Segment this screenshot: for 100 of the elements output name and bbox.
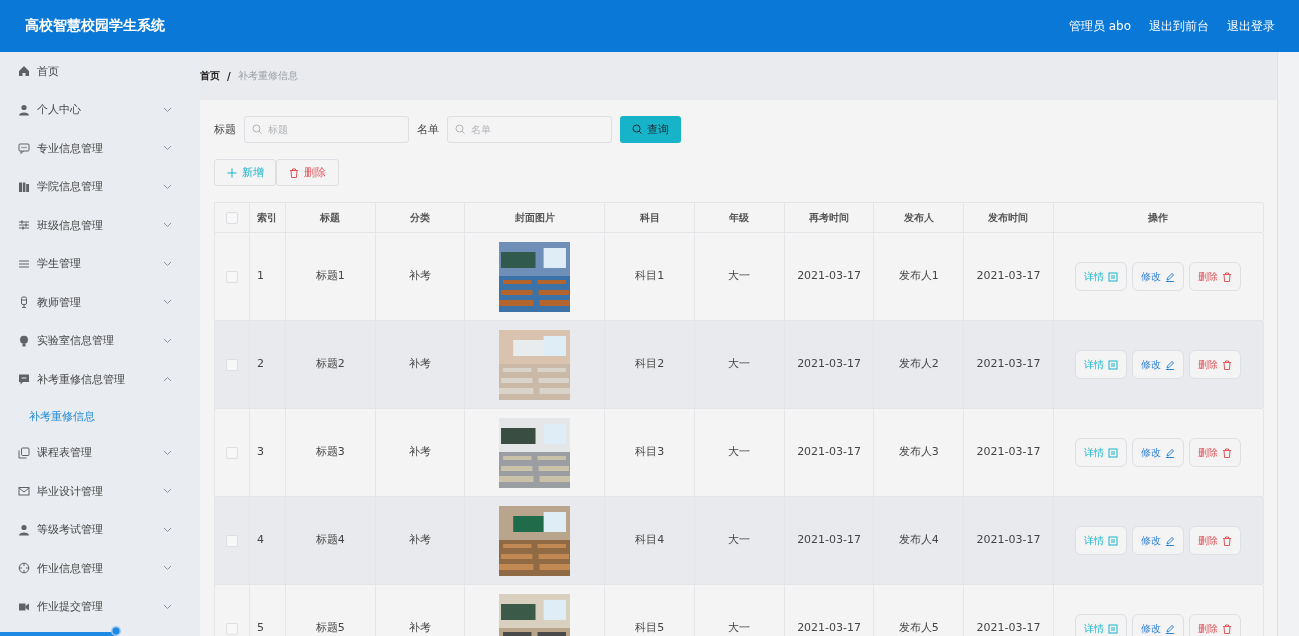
breadcrumb-item[interactable]: 首页	[200, 69, 220, 83]
checkbox[interactable]	[226, 446, 238, 459]
table-cell: 大一	[728, 358, 751, 371]
search-field[interactable]: 标题	[244, 115, 409, 143]
trash-icon	[1222, 535, 1233, 546]
checkbox[interactable]	[226, 622, 238, 635]
checkbox[interactable]	[226, 534, 238, 547]
column-header: 科目	[639, 210, 660, 225]
menu-item[interactable]: 专业信息管理	[0, 129, 200, 168]
edit-button[interactable]: 修改	[1132, 350, 1185, 379]
edit-button[interactable]: 修改	[1132, 262, 1185, 291]
table-cell: 标题2	[315, 358, 345, 371]
pencil-icon	[1165, 623, 1176, 634]
delete-button[interactable]: 删除	[1189, 526, 1242, 555]
detail-button[interactable]: 详情	[1075, 526, 1128, 555]
edit-button[interactable]: 修改	[1132, 614, 1185, 636]
trash-icon	[289, 167, 299, 178]
table-cell: 5	[257, 622, 264, 635]
detail-button[interactable]: 详情	[1075, 262, 1128, 291]
detail-button[interactable]: 详情	[1075, 614, 1128, 636]
table-cell: 补考	[409, 446, 432, 459]
edit-button[interactable]: 修改	[1132, 438, 1185, 467]
table-cell: 发布人5	[898, 622, 939, 635]
table-cell: 2021-03-17	[976, 358, 1041, 371]
column-header: 分类	[410, 210, 431, 225]
trash-icon	[1222, 359, 1233, 370]
document-icon	[1108, 359, 1119, 370]
app-title: 高校智慧校园学生系统	[25, 17, 165, 35]
delete-button[interactable]: 删除	[1189, 350, 1242, 379]
breadcrumb-item: 补考重修信息	[237, 69, 298, 83]
menu-item[interactable]: 等级考试管理	[0, 510, 200, 549]
table-cell: 2021-03-17	[976, 446, 1041, 459]
table-cell: 2021-03-17	[976, 534, 1041, 547]
mail-icon	[18, 485, 30, 498]
menu-item[interactable]: 作业信息管理	[0, 549, 200, 588]
header-link[interactable]: 退出到前台	[1149, 17, 1209, 35]
menu-item[interactable]: 首页	[0, 52, 200, 91]
column-header: 发布时间	[988, 210, 1029, 225]
copy-icon	[18, 446, 30, 459]
menu-item[interactable]: 个人中心	[0, 90, 200, 129]
menu-item[interactable]: 学院信息管理	[0, 167, 200, 206]
checkbox[interactable]	[226, 270, 238, 283]
table-cell: 科目4	[635, 534, 665, 547]
menu-item[interactable]: 毕业设计管理	[0, 472, 200, 511]
column-header: 再考时间	[809, 210, 850, 225]
column-header: 操作	[1148, 210, 1169, 225]
column-header: 索引	[257, 210, 277, 225]
document-icon	[1108, 447, 1119, 458]
menu-item[interactable]: 补考重修信息管理	[0, 360, 200, 399]
document-icon	[1108, 535, 1119, 546]
header-link[interactable]: 退出登录	[1227, 17, 1275, 35]
add-button[interactable]: 新增	[214, 159, 276, 186]
field-label: 名单	[417, 121, 439, 137]
table-cell: 2021-03-17	[797, 534, 862, 547]
submenu-item[interactable]: 补考重修信息	[0, 398, 200, 434]
table-cell: 发布人2	[898, 358, 939, 371]
table-cell: 科目3	[635, 446, 665, 459]
search-icon	[455, 124, 465, 134]
list-icon	[18, 257, 30, 270]
detail-button[interactable]: 详情	[1075, 438, 1128, 467]
menu-item[interactable]: 实验室信息管理	[0, 321, 200, 360]
column-header: 年级	[729, 210, 750, 225]
search-button[interactable]: 查询	[620, 115, 681, 143]
checkbox[interactable]	[226, 358, 238, 371]
comment-icon	[18, 373, 30, 386]
menu-item[interactable]: 班级信息管理	[0, 206, 200, 245]
table-cell: 2021-03-17	[976, 270, 1041, 283]
microphone-icon	[18, 296, 30, 309]
pencil-icon	[1165, 447, 1176, 458]
table-cell: 大一	[728, 446, 751, 459]
delete-button[interactable]: 删除	[1189, 262, 1242, 291]
detail-button[interactable]: 详情	[1075, 350, 1128, 379]
table-cell: 大一	[728, 534, 751, 547]
document-icon	[1108, 623, 1119, 634]
column-header: 封面图片	[514, 210, 555, 225]
sliders-icon	[18, 219, 30, 232]
table-cell: 补考	[409, 534, 432, 547]
lightbulb-icon	[18, 334, 30, 347]
delete-button[interactable]: 删除	[1189, 614, 1242, 636]
menu-item[interactable]: 学生管理	[0, 244, 200, 283]
document-icon	[1108, 271, 1119, 282]
delete-button[interactable]: 删除	[276, 159, 339, 186]
table-cell: 科目1	[635, 270, 665, 283]
trash-icon	[1222, 271, 1233, 282]
scrollbar[interactable]	[1277, 52, 1299, 636]
crosshair-icon	[18, 562, 30, 575]
checkbox[interactable]	[226, 211, 238, 224]
table-cell: 发布人3	[898, 446, 939, 459]
table-cell: 发布人4	[898, 534, 939, 547]
delete-button[interactable]: 删除	[1189, 438, 1242, 467]
message-icon	[18, 142, 30, 155]
menu-item[interactable]: 教师管理	[0, 283, 200, 322]
header-link[interactable]: 管理员 abo	[1068, 17, 1131, 35]
menu-item[interactable]: 课程表管理	[0, 433, 200, 472]
menu-item[interactable]: 作业提交管理	[0, 587, 200, 626]
edit-button[interactable]: 修改	[1132, 526, 1185, 555]
trash-icon	[1222, 447, 1233, 458]
table-cell: 2	[257, 358, 264, 371]
table-cell: 补考	[409, 270, 432, 283]
table-cell: 补考	[409, 622, 432, 635]
